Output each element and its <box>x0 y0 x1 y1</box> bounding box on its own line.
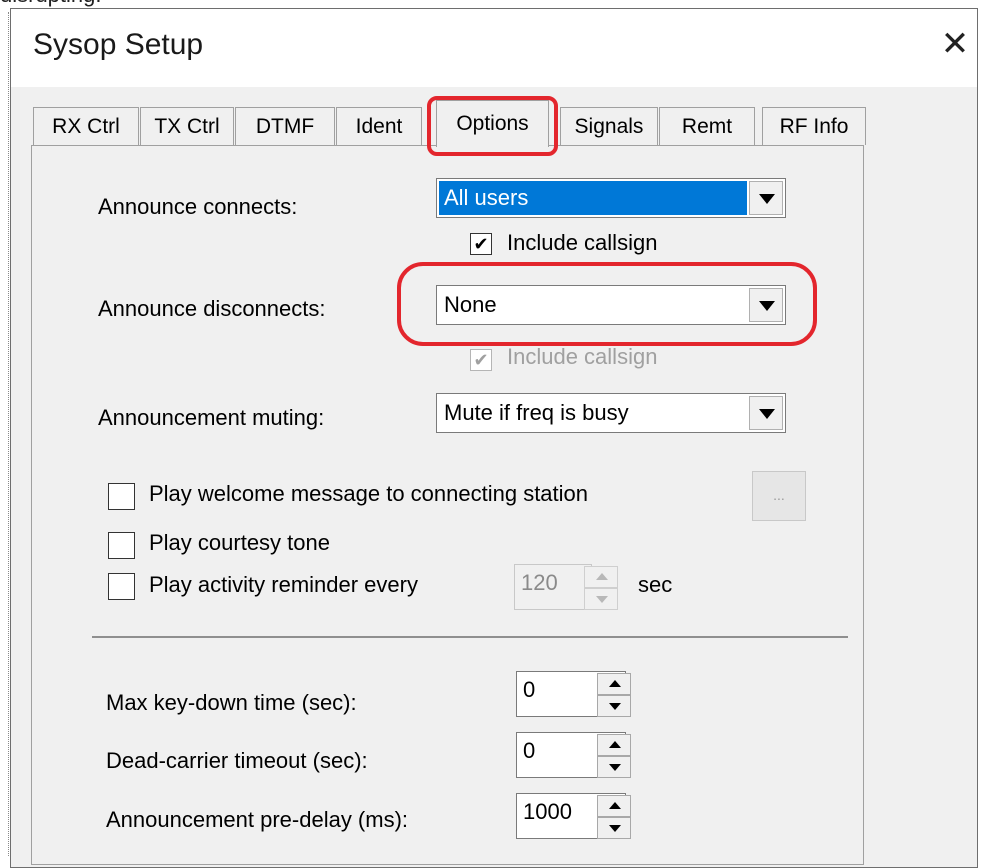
dead-carrier-label: Dead-carrier timeout (sec): <box>106 748 368 773</box>
arrow-down-icon[interactable] <box>597 695 631 717</box>
tab-rf-info[interactable]: RF Info <box>762 107 866 145</box>
tab-rx-ctrl[interactable]: RX Ctrl <box>33 107 139 145</box>
announcement-muting-value: Mute if freq is busy <box>444 400 629 425</box>
max-keydown-label: Max key-down time (sec): <box>106 690 357 715</box>
play-reminder-checkbox[interactable] <box>108 573 135 600</box>
left-border-dots <box>8 12 9 856</box>
tab-remt[interactable]: Remt <box>659 107 755 145</box>
include-callsign-disconnects-checkbox[interactable]: ✔ <box>470 349 492 371</box>
dialog-title: Sysop Setup <box>33 28 204 61</box>
checkmark-icon: ✔ <box>473 234 489 254</box>
tab-ident[interactable]: Ident <box>336 107 422 145</box>
options-tab-highlight <box>427 96 558 156</box>
chevron-down-icon[interactable] <box>749 396 783 430</box>
announce-disconnects-highlight <box>397 262 817 346</box>
announce-connects-dropdown[interactable]: All users <box>436 178 786 218</box>
checkmark-icon: ✔ <box>473 350 489 370</box>
close-icon[interactable]: ✕ <box>937 26 973 62</box>
announcement-muting-label: Announcement muting: <box>98 405 325 430</box>
tab-tx-ctrl[interactable]: TX Ctrl <box>140 107 234 145</box>
play-courtesy-checkbox[interactable] <box>108 532 135 559</box>
arrow-up-icon[interactable] <box>597 795 631 817</box>
welcome-message-browse-button[interactable]: ... <box>752 471 806 521</box>
chevron-down-icon[interactable] <box>749 181 783 215</box>
announce-disconnects-label: Announce disconnects: <box>98 296 326 321</box>
include-callsign-connects-label: Include callsign <box>507 230 658 255</box>
tab-dtmf[interactable]: DTMF <box>235 107 335 145</box>
arrow-up-icon[interactable] <box>597 734 631 756</box>
play-reminder-label: Play activity reminder every <box>149 572 418 597</box>
play-welcome-checkbox[interactable] <box>108 483 135 510</box>
include-callsign-disconnects-label: Include callsign <box>507 344 658 369</box>
play-courtesy-label: Play courtesy tone <box>149 530 330 555</box>
announce-connects-label: Announce connects: <box>98 194 298 219</box>
arrow-down-icon[interactable] <box>584 588 618 610</box>
arrow-down-icon[interactable] <box>597 756 631 778</box>
announce-connects-value: All users <box>439 181 747 215</box>
tab-signals[interactable]: Signals <box>560 107 658 145</box>
announcement-muting-dropdown[interactable]: Mute if freq is busy <box>436 393 786 433</box>
separator-line <box>92 636 848 638</box>
arrow-down-icon[interactable] <box>597 817 631 839</box>
reminder-interval-input[interactable]: 120 <box>514 564 592 610</box>
arrow-up-icon[interactable] <box>584 566 618 588</box>
play-welcome-label: Play welcome message to connecting stati… <box>149 481 589 506</box>
cropped-text-fragment: disrupting. <box>0 0 102 8</box>
pre-delay-label: Announcement pre-delay (ms): <box>106 807 409 832</box>
include-callsign-connects-checkbox[interactable]: ✔ <box>470 233 492 255</box>
reminder-unit-label: sec <box>638 572 673 597</box>
arrow-up-icon[interactable] <box>597 673 631 695</box>
